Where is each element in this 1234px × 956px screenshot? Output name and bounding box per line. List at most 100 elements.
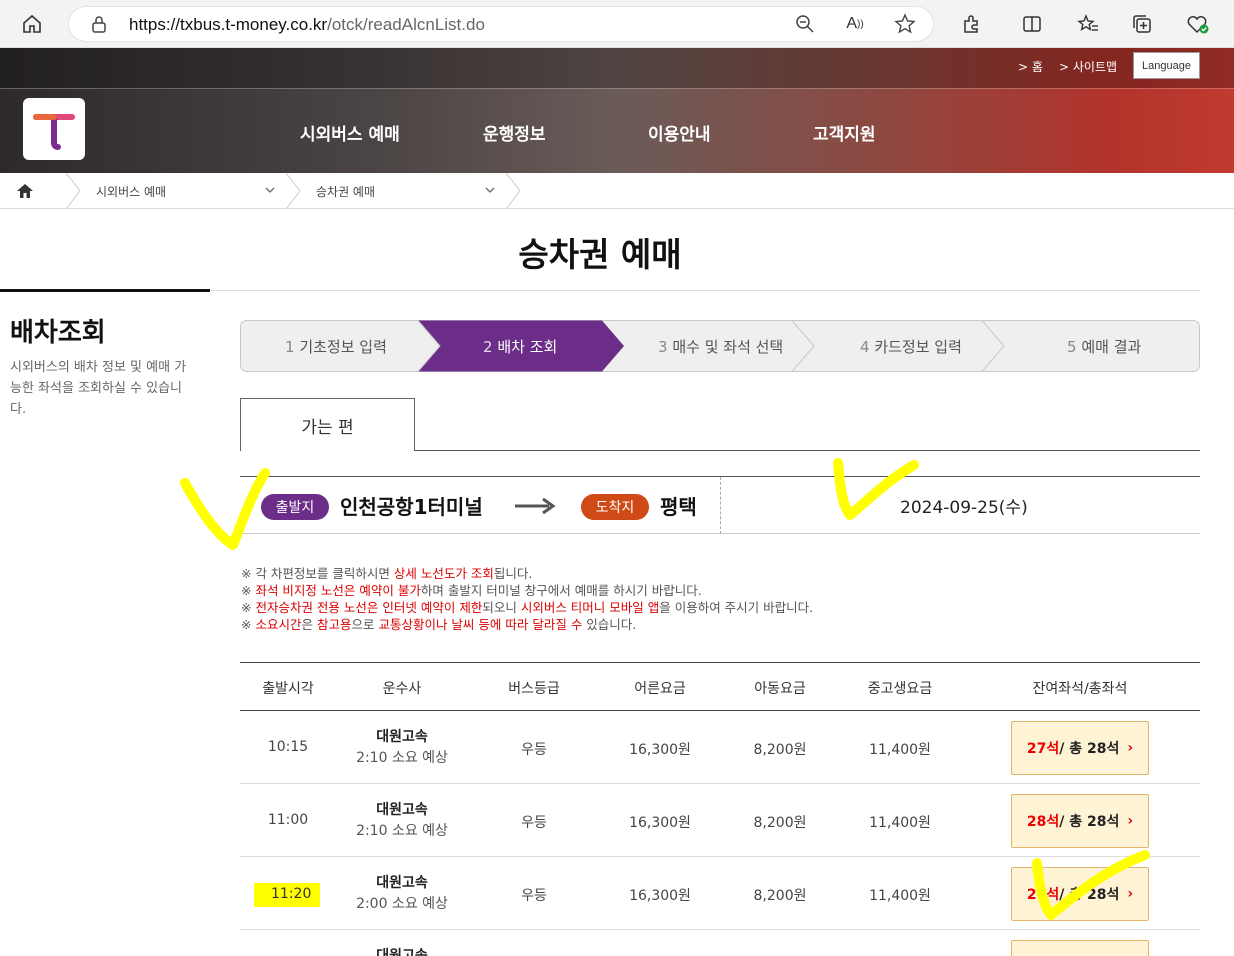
browser-essentials-icon[interactable] [1184,10,1212,38]
adult-fare: 16,300원 [629,888,691,904]
breadcrumb-separator [65,173,81,209]
step-number: 1 [285,338,295,356]
address-bar[interactable]: https://txbus.t-money.co.kr/otck/readAlc… [68,6,934,42]
favorite-star-icon[interactable] [891,10,919,38]
total-seats: / 총 28석 [1059,814,1120,830]
table-header: 출발시각 운수사 버스등급 어른요금 아동요금 중고생요금 잔여좌석/총좌석 [240,662,1200,711]
step-3: 3 매수 및 좌석 선택 [658,336,783,357]
language-button[interactable]: Language [1133,52,1200,79]
read-aloud-icon[interactable]: A)) [841,10,869,38]
breadcrumb: 시외버스 예매 승차권 예매 [0,173,1234,209]
step-number: 3 [658,338,668,356]
step-2-active: 2 배차 조회 [483,336,557,357]
table-row[interactable]: 대원고속 [240,930,1200,956]
bus-grade: 우등 [521,815,547,831]
chevron-right-icon: › [1127,886,1134,902]
breadcrumb-level1[interactable]: 시외버스 예매 [96,183,166,200]
step-1: 1 기초정보 입력 [285,336,387,357]
notice-text: ※ [241,583,256,598]
section-description: 시외버스의 배차 정보 및 예매 가능한 좌석을 조회하실 수 있습니다. [10,360,187,417]
step-number: 5 [1067,338,1077,356]
tab-underline [415,450,1200,451]
step-label: 예매 결과 [1081,338,1142,356]
teen-fare: 11,400원 [869,742,931,758]
header-seats: 잔여좌석/총좌석 [1032,681,1128,697]
header-divider [0,88,1234,89]
table-row[interactable]: 11:00 대원고속 2:10 소요 예상 우등 16,300원 8,200원 1… [240,784,1200,857]
site-header: > 홈 > 사이트맵 Language 시외버스 예매 운행정보 이용안내 고객… [0,48,1234,173]
utility-bar [0,48,1234,88]
section-title: 배차조회 [10,318,106,348]
step-label: 매수 및 좌석 선택 [672,338,784,356]
header-departure-time: 출발시각 [262,681,314,697]
notice-highlight: 좌석 비지정 노선은 예약이 불가 [255,583,421,598]
lock-icon[interactable] [91,15,107,33]
estimated-duration: 2:00 소요 예상 [356,896,448,912]
notice-item: ※ 각 차편정보를 클릭하시면 상세 노선도가 조회됩니다. [241,565,1201,582]
split-screen-icon[interactable] [1018,10,1046,38]
breadcrumb-separator [285,173,301,209]
nav-intercity-booking[interactable]: 시외버스 예매 [300,120,400,145]
nav-customer-support[interactable]: 고객지원 [813,120,876,145]
tmoney-logo[interactable] [23,98,85,160]
util-home-link[interactable]: > 홈 [1018,58,1043,75]
table-row[interactable]: 10:15 대원고속 2:10 소요 예상 우등 16,300원 8,200원 1… [240,711,1200,784]
teen-fare: 11,400원 [869,815,931,831]
breadcrumb-separator [505,173,521,209]
step-5: 5 예매 결과 [1067,336,1141,357]
company-name: 대원고속 [376,729,428,745]
favorites-icon[interactable] [1074,10,1102,38]
nav-service-info[interactable]: 운행정보 [483,120,546,145]
collections-icon[interactable] [1128,10,1156,38]
nav-usage-guide[interactable]: 이용안내 [648,120,711,145]
title-divider [210,290,1200,291]
company-cell: 대원고속 [336,946,468,956]
tab-outbound[interactable]: 가는 편 [240,398,415,451]
teen-fare: 11,400원 [869,888,931,904]
step-label: 카드정보 입력 [874,338,962,356]
arrow-right-icon [515,497,556,515]
zoom-icon[interactable] [791,10,819,38]
notice-highlight: 전자승차권 전용 노선은 인터넷 예약이 제한 [255,600,483,615]
extensions-icon[interactable] [958,10,986,38]
notice-highlight: 참고용 [316,617,352,632]
estimated-duration: 2:10 소요 예상 [356,750,448,766]
home-icon[interactable] [18,10,46,38]
notice-text: 됩니다. [493,566,533,581]
notice-highlight: 상세 노선도가 조회 [393,566,494,581]
notice-text: 으로 [351,617,379,632]
departure-time: 10:15 [267,739,309,755]
route-divider [720,477,721,534]
notice-item: ※ 좌석 비지정 노선은 예약이 불가하며 출발지 터미널 창구에서 예매를 하… [241,582,1201,599]
header-adult-fare: 어른요금 [634,681,686,697]
notice-list: ※ 각 차편정보를 클릭하시면 상세 노선도가 조회됩니다. ※ 좌석 비지정 … [241,565,1201,633]
url-text[interactable]: https://txbus.t-money.co.kr/otck/readAlc… [129,15,485,35]
notice-text: ※ [241,617,256,632]
util-sitemap-link[interactable]: > 사이트맵 [1059,58,1117,75]
chevron-down-icon[interactable] [484,184,496,196]
page-title: 승차권 예매 [518,235,682,274]
step-number: 2 [483,338,493,356]
home-icon[interactable] [15,182,35,200]
t-logo-icon [33,114,75,150]
company-name: 대원고속 [376,948,428,956]
chevron-right-icon: › [1127,740,1134,756]
header-teen-fare: 중고생요금 [867,681,933,697]
notice-text: 하며 출발지 터미널 창구에서 예매를 하시기 바랍니다. [420,583,702,598]
chevron-down-icon[interactable] [264,184,276,196]
departure-badge: 출발지 [261,494,329,520]
breadcrumb-level2[interactable]: 승차권 예매 [316,183,375,200]
step-label: 기초정보 입력 [299,338,387,356]
browser-toolbar: https://txbus.t-money.co.kr/otck/readAlc… [0,0,1234,48]
title-underline [0,289,210,292]
seat-select-button[interactable]: 27석 / 총 28석 › [1011,721,1149,775]
step-label: 배차 조회 [497,338,558,356]
header-company: 운수사 [382,681,422,697]
seat-select-button[interactable] [1011,940,1149,956]
remaining-seats: 27석 [1026,741,1060,757]
table-row[interactable]: 11:20 대원고속 2:00 소요 예상 우등 16,300원 8,200원 1… [240,857,1200,930]
remaining-seats: 28석 [1026,814,1060,830]
seat-select-button[interactable]: 28석 / 총 28석 › [1011,794,1149,848]
departure-terminal: 인천공항1터미널 [340,495,483,519]
seat-select-button[interactable]: 27석 / 총 28석 › [1011,867,1149,921]
